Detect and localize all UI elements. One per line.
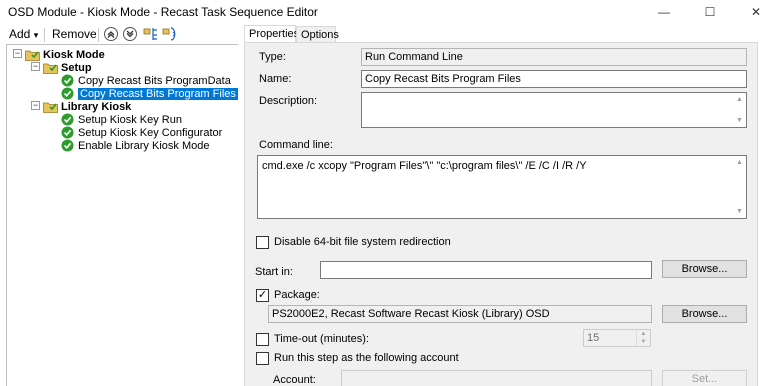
toolbar-divider [98,28,99,42]
scroll-down-icon[interactable]: ▼ [736,117,743,124]
tree-step[interactable]: Setup Kiosk Key Run [61,113,182,126]
tree-root-label: Kiosk Mode [43,48,105,61]
maximize-icon: ☐ [704,5,716,19]
toolbar: Add ▾ Remove [0,26,238,44]
package-field: PS2000E2, Recast Software Recast Kiosk (… [268,305,652,323]
command-line-value: cmd.exe /c xcopy "Program Files"\" "c:\p… [262,160,587,172]
group-expander[interactable]: − [31,62,40,71]
properties-panel: Type: Run Command Line Name: Copy Recast… [244,42,758,386]
tree-group-label: Library Kiosk [61,100,132,113]
timeout-checkbox[interactable] [256,333,269,346]
check-icon [61,126,74,139]
tree-step[interactable]: Enable Library Kiosk Mode [61,139,209,152]
tree-root[interactable]: Kiosk Mode [25,48,105,61]
folder-icon [43,63,58,74]
tree-step-label: Copy Recast Bits Program Files [78,87,238,100]
name-label: Name: [259,73,292,85]
tree-step-label: Setup Kiosk Key Configurator [78,126,223,139]
root-expander[interactable]: − [13,49,22,58]
type-field: Run Command Line [361,48,747,66]
package-browse-button[interactable]: Browse... [662,305,747,323]
tree-step[interactable]: Copy Recast Bits ProgramData [61,74,231,87]
add-button[interactable]: Add ▾ [9,27,38,41]
tree-group-label: Setup [61,61,92,74]
move-down-icon[interactable] [122,26,138,42]
package-checkbox[interactable]: ✓ [256,289,269,302]
description-label: Description: [259,95,318,107]
close-button[interactable]: ✕ [733,0,768,24]
remove-button[interactable]: Remove [52,27,97,41]
tab-properties[interactable]: Properties [244,25,299,43]
check-icon [61,87,74,100]
minimize-button[interactable]: — [641,0,687,24]
scroll-down-icon[interactable]: ▼ [736,208,743,215]
name-field[interactable]: Copy Recast Bits Program Files [361,70,747,88]
tree-group-library-kiosk[interactable]: Library Kiosk [43,100,131,113]
folder-icon [43,102,58,113]
close-icon: ✕ [750,5,762,19]
account-field[interactable] [341,370,652,386]
timeout-value: 15 [587,332,600,344]
command-line-scrollbar[interactable]: ▲ ▼ [734,156,746,218]
scroll-up-icon[interactable]: ▲ [736,159,743,166]
tree-step-label: Enable Library Kiosk Mode [78,139,210,152]
move-up-icon[interactable] [103,26,119,42]
disable-redirection-label: Disable 64-bit file system redirection [274,236,451,248]
folder-icon [25,50,40,61]
window-title: OSD Module - Kiosk Mode - Recast Task Se… [8,5,318,19]
check-icon [61,113,74,126]
task-sequence-tree[interactable]: − Kiosk Mode − Setup Copy Recast Bits Pr… [6,44,238,386]
timeout-label: Time-out (minutes): [274,333,369,345]
tab-options[interactable]: Options [296,26,339,43]
package-label: Package: [274,289,320,301]
scroll-up-icon[interactable]: ▲ [736,96,743,103]
disable-redirection-checkbox[interactable] [256,236,269,249]
toolbar-divider [44,28,45,42]
tree-group-setup[interactable]: Setup [43,61,92,74]
check-icon [61,139,74,152]
description-scrollbar[interactable]: ▲ ▼ [734,93,746,127]
description-field[interactable]: ▲ ▼ [361,92,747,128]
type-label: Type: [259,51,286,63]
start-in-field[interactable] [320,261,652,279]
start-in-browse-button[interactable]: Browse... [662,260,747,278]
title-bar: OSD Module - Kiosk Mode - Recast Task Se… [0,0,768,24]
maximize-button[interactable]: ☐ [687,0,733,24]
command-line-label: Command line: [259,139,333,151]
set-account-button[interactable]: Set... [662,370,747,386]
timeout-stepper[interactable]: 15 ▲ ▼ [583,329,651,347]
account-label: Account: [273,374,316,386]
minimize-icon: — [658,5,670,19]
group-expander[interactable]: − [31,101,40,110]
run-as-label: Run this step as the following account [274,352,459,364]
tree-step-label: Copy Recast Bits ProgramData [78,74,231,87]
chevron-down-icon: ▾ [33,30,39,40]
expand-icon[interactable] [162,26,178,42]
tree-step-label: Setup Kiosk Key Run [78,113,182,126]
run-as-checkbox[interactable] [256,352,269,365]
collapse-icon[interactable] [143,26,159,42]
tree-step-selected[interactable]: Copy Recast Bits Program Files [61,87,238,100]
stepper-arrows-icon[interactable]: ▲ ▼ [636,330,650,346]
start-in-label: Start in: [255,266,293,278]
add-label: Add [9,27,31,41]
tree-step[interactable]: Setup Kiosk Key Configurator [61,126,222,139]
check-icon [61,74,74,87]
command-line-field[interactable]: cmd.exe /c xcopy "Program Files"\" "c:\p… [257,155,747,219]
